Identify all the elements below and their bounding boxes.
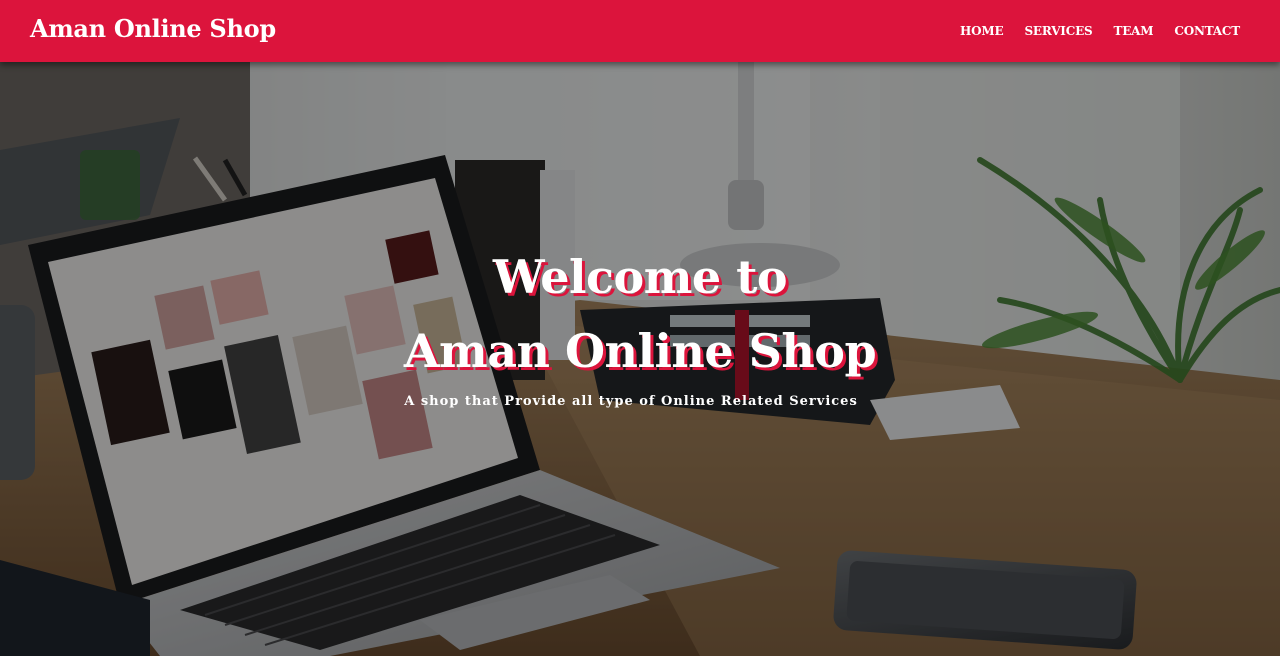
nav-link-team[interactable]: TEAM xyxy=(1113,24,1153,38)
page: Aman Online Shop HOME SERVICES TEAM CONT… xyxy=(0,0,1280,656)
nav-link-contact[interactable]: CONTACT xyxy=(1174,24,1240,38)
hero-heading-line1: Welcome to xyxy=(492,250,788,304)
nav-links: HOME SERVICES TEAM CONTACT xyxy=(960,0,1240,62)
nav-link-home[interactable]: HOME xyxy=(960,24,1004,38)
hero-content: Welcome to Aman Online Shop A shop that … xyxy=(0,62,1280,656)
hero-heading-line2: Aman Online Shop xyxy=(403,324,877,378)
navbar: Aman Online Shop HOME SERVICES TEAM CONT… xyxy=(0,0,1280,62)
brand-logo-link[interactable]: Aman Online Shop xyxy=(30,14,276,43)
nav-link-services[interactable]: SERVICES xyxy=(1024,24,1092,38)
hero-tagline: A shop that Provide all type of Online R… xyxy=(404,394,858,409)
